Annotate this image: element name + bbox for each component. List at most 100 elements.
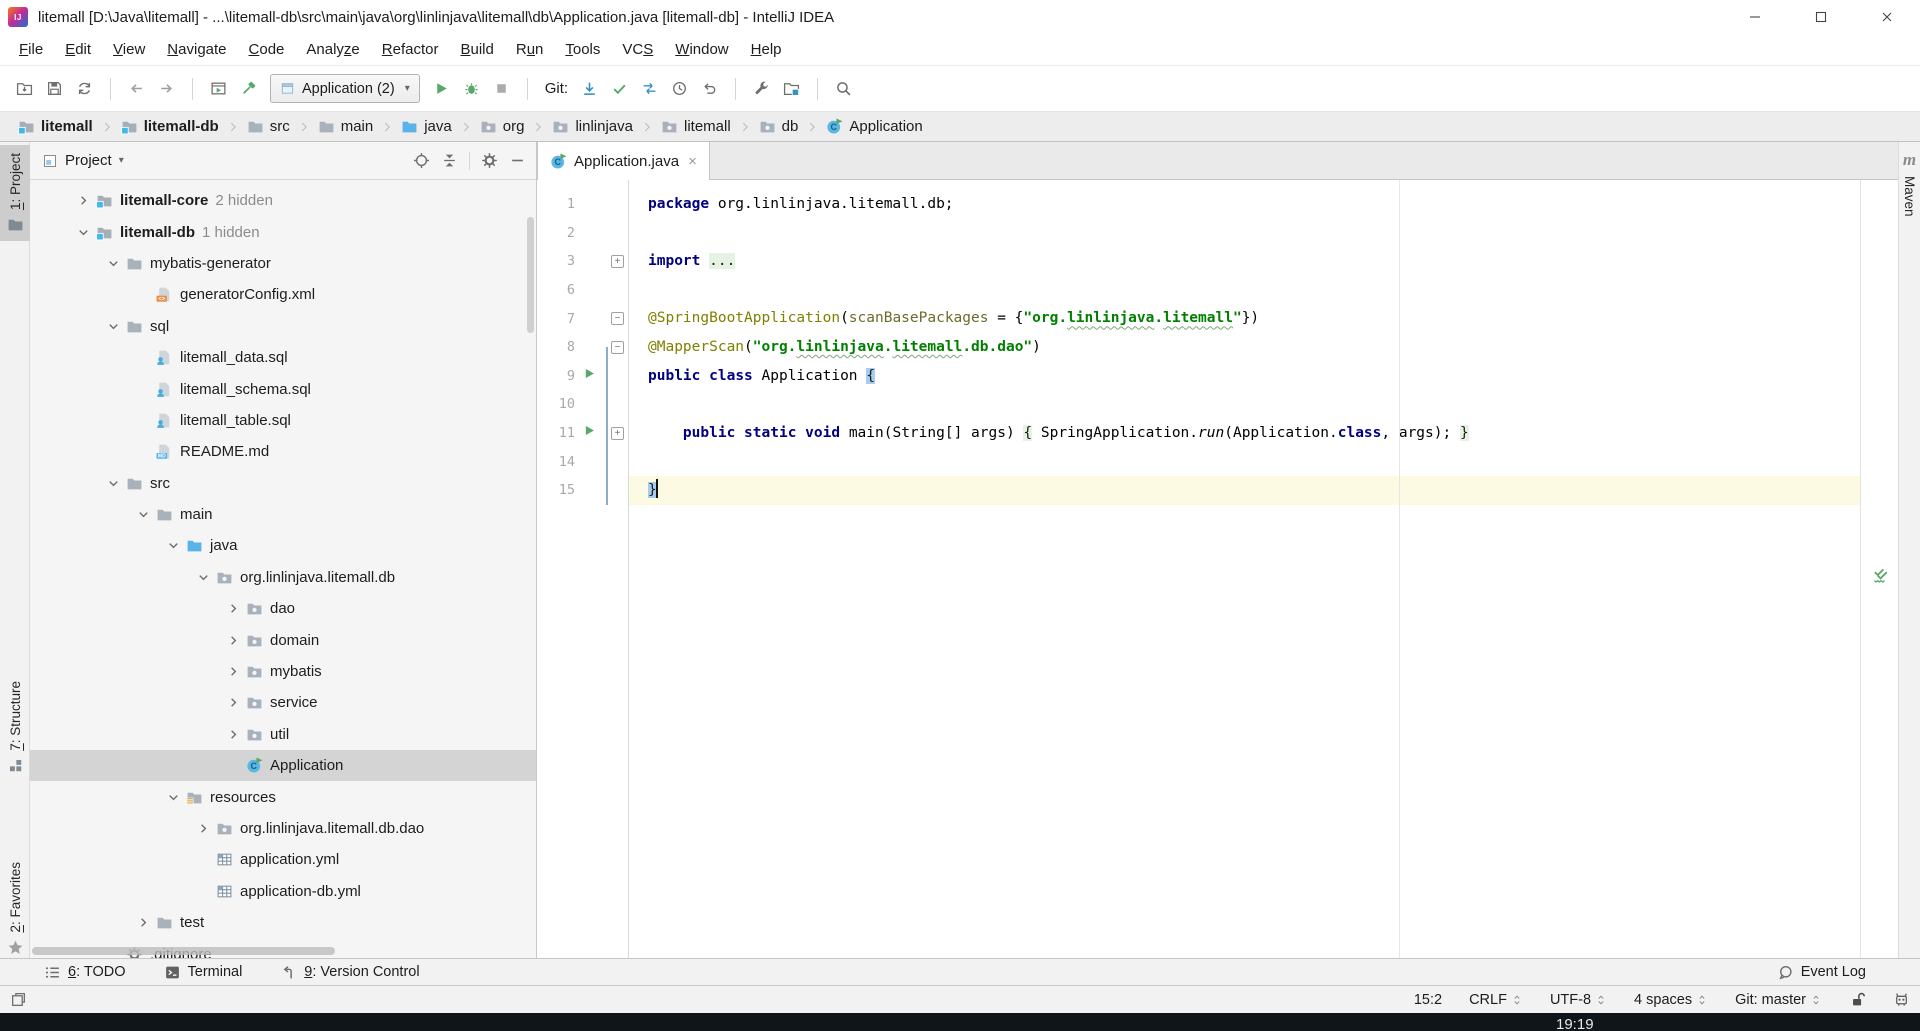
- locate-icon[interactable]: [413, 152, 430, 169]
- tree-item-org-linlinjava-litemall-db[interactable]: org.linlinjava.litemall.db: [30, 562, 536, 593]
- project-horizontal-scrollbar[interactable]: [32, 947, 335, 955]
- tree-item-generatorconfig-xml[interactable]: <>generatorConfig.xml: [30, 279, 536, 310]
- menu-build[interactable]: Build: [449, 34, 504, 65]
- debug-icon[interactable]: [463, 80, 480, 97]
- tree-item-application[interactable]: CApplication: [30, 750, 536, 781]
- back-icon[interactable]: [128, 80, 145, 97]
- unlock-icon[interactable]: [1849, 991, 1866, 1008]
- status-utf-8[interactable]: UTF-8: [1550, 992, 1607, 1008]
- status-15-2[interactable]: 15:2: [1414, 992, 1442, 1008]
- editor-tab-application-java[interactable]: C Application.java ×: [537, 142, 710, 180]
- tool-button-terminal[interactable]: Terminal: [164, 964, 243, 981]
- inspection-ok-icon[interactable]: [1871, 192, 1889, 958]
- tree-item-readme-md[interactable]: MDREADME.md: [30, 436, 536, 467]
- tool-button-9-version-control[interactable]: 9: Version Control: [280, 964, 419, 981]
- breadcrumb-item-application[interactable]: CApplication: [824, 118, 924, 135]
- tree-item-org-linlinjava-litemall-db-dao[interactable]: org.linlinjava.litemall.db.dao: [30, 813, 536, 844]
- hector-icon[interactable]: [1893, 991, 1910, 1008]
- code-area[interactable]: package org.linlinjava.litemall.db;impor…: [629, 180, 1860, 958]
- forward-icon[interactable]: [158, 80, 175, 97]
- build-hammer-icon[interactable]: [240, 80, 257, 97]
- menu-help[interactable]: Help: [740, 34, 793, 65]
- breadcrumb-item-litemall[interactable]: litemall: [16, 118, 95, 135]
- project-structure-icon[interactable]: [783, 80, 800, 97]
- tree-item-util[interactable]: util: [30, 719, 536, 750]
- tool-stripe-favorites[interactable]: 2: Favorites: [0, 854, 30, 964]
- tree-item-litemall-data-sql[interactable]: litemall_data.sql: [30, 342, 536, 373]
- event-log-button[interactable]: Event Log: [1777, 964, 1866, 981]
- breadcrumb-item-db[interactable]: db: [757, 118, 801, 135]
- editor-body[interactable]: 123+67−8−91011+1415 package org.linlinja…: [537, 180, 1898, 958]
- menu-refactor[interactable]: Refactor: [371, 34, 450, 65]
- breadcrumb-item-litemall-db[interactable]: litemall-db: [119, 118, 221, 135]
- sync-icon[interactable]: [76, 80, 93, 97]
- run-configuration-combo[interactable]: Application (2)▾: [270, 74, 420, 103]
- search-icon[interactable]: [835, 80, 852, 97]
- editor-gutter[interactable]: 123+67−8−91011+1415: [537, 180, 629, 958]
- menu-run[interactable]: Run: [505, 34, 555, 65]
- menu-analyze[interactable]: Analyze: [295, 34, 370, 65]
- breadcrumb-item-src[interactable]: src: [245, 118, 292, 135]
- menu-file[interactable]: File: [8, 34, 54, 65]
- tree-item-domain[interactable]: domain: [30, 624, 536, 655]
- fold-plus-icon[interactable]: +: [611, 255, 624, 268]
- close-button[interactable]: [1854, 0, 1920, 34]
- tree-item-main[interactable]: main: [30, 499, 536, 530]
- tree-item-mybatis[interactable]: mybatis: [30, 656, 536, 687]
- status-4-spaces[interactable]: 4 spaces: [1634, 992, 1708, 1008]
- git-diff-icon[interactable]: [641, 80, 658, 97]
- tool-stripe-project[interactable]: 1: Project: [0, 145, 30, 241]
- git-commit-icon[interactable]: [611, 80, 628, 97]
- breadcrumb-item-java[interactable]: java: [399, 118, 454, 135]
- breadcrumb-item-main[interactable]: main: [316, 118, 376, 135]
- toolwindow-toggle-icon[interactable]: [10, 991, 27, 1008]
- stop-icon[interactable]: [493, 80, 510, 97]
- menu-view[interactable]: View: [102, 34, 156, 65]
- breadcrumb-item-litemall[interactable]: litemall: [659, 118, 733, 135]
- menu-navigate[interactable]: Navigate: [156, 34, 237, 65]
- collapse-all-icon[interactable]: [441, 152, 458, 169]
- status-git-master[interactable]: Git: master: [1735, 992, 1822, 1008]
- hide-icon[interactable]: [509, 152, 526, 169]
- run-line-icon[interactable]: [583, 367, 596, 385]
- run-icon[interactable]: [433, 80, 450, 97]
- save-all-icon[interactable]: [46, 80, 63, 97]
- wrench-icon[interactable]: [753, 80, 770, 97]
- open-project-icon[interactable]: [16, 80, 33, 97]
- run-line-icon[interactable]: [583, 424, 596, 442]
- menu-code[interactable]: Code: [238, 34, 296, 65]
- tree-item-application-db-yml[interactable]: application-db.yml: [30, 876, 536, 907]
- menu-window[interactable]: Window: [664, 34, 739, 65]
- tree-item-java[interactable]: java: [30, 530, 536, 561]
- menu-edit[interactable]: Edit: [54, 34, 102, 65]
- tree-item-litemall-schema-sql[interactable]: litemall_schema.sql: [30, 373, 536, 404]
- tree-item-litemall-db[interactable]: litemall-db1 hidden: [30, 216, 536, 247]
- tool-stripe-maven[interactable]: Maven: [1902, 176, 1917, 217]
- tool-button-6-todo[interactable]: 6: TODO: [44, 964, 126, 981]
- breadcrumb-item-linlinjava[interactable]: linlinjava: [550, 118, 635, 135]
- gear-icon[interactable]: [481, 152, 498, 169]
- tree-item-test[interactable]: test: [30, 907, 536, 938]
- tree-item-mybatis-generator[interactable]: mybatis-generator: [30, 248, 536, 279]
- project-vertical-scrollbar[interactable]: [527, 217, 534, 333]
- tree-item-application-yml[interactable]: application.yml: [30, 844, 536, 875]
- tree-item-sql[interactable]: sql: [30, 311, 536, 342]
- tree-item-src[interactable]: src: [30, 468, 536, 499]
- fold-minus-icon[interactable]: −: [611, 312, 624, 325]
- maximize-button[interactable]: [1788, 0, 1854, 34]
- tree-item-service[interactable]: service: [30, 687, 536, 718]
- breadcrumb-item-org[interactable]: org: [478, 118, 527, 135]
- rollback-icon[interactable]: [701, 80, 718, 97]
- tree-item-litemall-core[interactable]: litemall-core2 hidden: [30, 185, 536, 216]
- run-window-icon[interactable]: [210, 80, 227, 97]
- menu-tools[interactable]: Tools: [554, 34, 611, 65]
- history-icon[interactable]: [671, 80, 688, 97]
- tool-stripe-structure[interactable]: 7: Structure: [0, 673, 30, 782]
- fold-minus-icon[interactable]: −: [611, 341, 624, 354]
- menu-vcs[interactable]: VCS: [611, 34, 664, 65]
- tree-item-litemall-table-sql[interactable]: litemall_table.sql: [30, 405, 536, 436]
- git-update-icon[interactable]: [581, 80, 598, 97]
- close-tab-icon[interactable]: ×: [688, 153, 697, 170]
- minimize-button[interactable]: [1722, 0, 1788, 34]
- project-view-selector[interactable]: Project ▾: [42, 152, 406, 169]
